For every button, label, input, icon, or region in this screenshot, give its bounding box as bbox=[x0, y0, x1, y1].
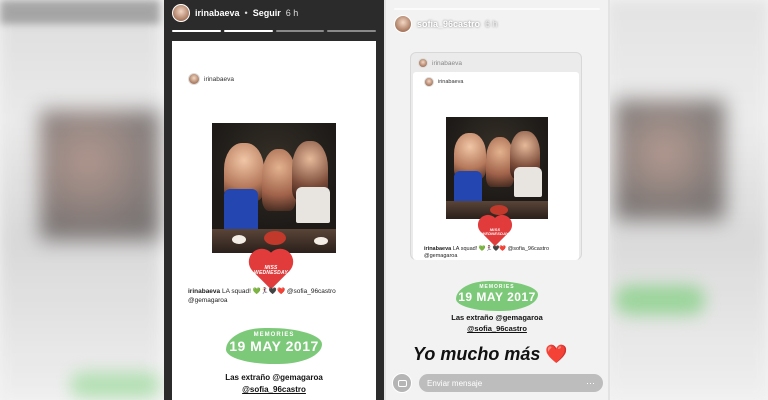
shared-story-header: irinabaeva bbox=[418, 58, 462, 68]
post-header: irinabaeva bbox=[188, 73, 234, 85]
progress-segment bbox=[223, 30, 273, 32]
photo-red-bowl bbox=[264, 231, 286, 245]
post-caption: irinabaeva LA squad! 💚🏃‍♀️🖤❤️ @sofia_96c… bbox=[188, 288, 368, 306]
photo-person-2 bbox=[262, 149, 296, 211]
extrano-line-1: Las extraño @gemagaroa bbox=[451, 313, 543, 322]
memories-date: 19 MAY 2017 bbox=[458, 290, 536, 304]
shared-avatar[interactable] bbox=[418, 58, 428, 68]
shared-inner-header: irinabaeva bbox=[424, 77, 463, 87]
story-username[interactable]: sofia_96castro bbox=[417, 19, 480, 29]
memories-label: MEMORIES bbox=[479, 284, 515, 290]
story-progress-bar bbox=[172, 30, 376, 32]
caption-text: LA squad! 💚🏃‍♀️🖤❤️ @sofia_96castro bbox=[452, 246, 550, 252]
avatar[interactable] bbox=[394, 15, 412, 33]
photo-blue-dress bbox=[224, 189, 258, 231]
shared-caption: irinabaeva LA squad! 💚🏃‍♀️🖤❤️ @sofia_96c… bbox=[424, 246, 574, 261]
photo-cup bbox=[314, 237, 328, 245]
extrano-line-2[interactable]: @sofia_96castro bbox=[444, 323, 550, 334]
blurred-top-strip bbox=[0, 0, 160, 24]
story-text-extrano: Las extraño @gemagaroa @sofia_96castro bbox=[212, 372, 336, 396]
memories-date: 19 MAY 2017 bbox=[229, 338, 319, 354]
blurred-memories-right bbox=[615, 285, 705, 315]
overlay-text-yo-mucho-mas: Yo mucho más ❤️ bbox=[413, 344, 568, 365]
story-progress-bar bbox=[394, 8, 600, 10]
memories-label: MEMORIES bbox=[253, 332, 295, 338]
post-author[interactable]: irinabaeva bbox=[204, 76, 234, 83]
post-avatar[interactable] bbox=[188, 73, 200, 85]
caption-text: LA squad! 💚🏃‍♀️🖤❤️ @sofia_96castro bbox=[221, 288, 336, 295]
story-text-extrano: Las extraño @gemagaroa @sofia_96castro bbox=[444, 312, 550, 335]
progress-segment bbox=[275, 30, 325, 32]
caption-mention[interactable]: @gemagaroa bbox=[188, 297, 227, 304]
sticker-text: MISS WEDNESDAY bbox=[481, 227, 509, 236]
photo-blue-dress bbox=[454, 171, 482, 203]
miss-wednesday-sticker: MISS WEDNESDAY bbox=[252, 252, 290, 290]
shared-author[interactable]: irinabaeva bbox=[432, 60, 462, 67]
progress-segment bbox=[172, 30, 221, 32]
instagram-stories-composite: irinabaeva • Seguir 6 h irinabaeva MISS … bbox=[0, 0, 768, 400]
left-story-header: irinabaeva • Seguir 6 h bbox=[172, 3, 376, 23]
progress-segment bbox=[327, 30, 376, 32]
avatar[interactable] bbox=[172, 4, 190, 22]
caption-mention[interactable]: @gemagaroa bbox=[424, 253, 457, 259]
story-username[interactable]: irinabaeva bbox=[195, 8, 240, 18]
blurred-photo-right bbox=[615, 100, 725, 220]
send-message-input[interactable]: Enviar mensaje ⋯ bbox=[418, 373, 604, 393]
overlay-text: Yo mucho más bbox=[413, 344, 541, 364]
memories-sticker: MEMORIES 19 MAY 2017 bbox=[456, 281, 538, 311]
inner-avatar[interactable] bbox=[424, 77, 434, 87]
memories-sticker: MEMORIES 19 MAY 2017 bbox=[226, 328, 322, 364]
follow-button[interactable]: Seguir bbox=[253, 8, 281, 18]
more-options-icon[interactable]: ⋯ bbox=[586, 378, 595, 389]
extrano-line-2[interactable]: @sofia_96castro bbox=[212, 384, 336, 396]
photo-light-top bbox=[514, 167, 542, 197]
caption-username[interactable]: irinabaeva bbox=[424, 246, 451, 252]
post-photo bbox=[212, 123, 336, 253]
camera-icon[interactable] bbox=[392, 373, 412, 393]
sticker-text: MISS WEDNESDAY bbox=[254, 265, 288, 276]
photo-light-top bbox=[296, 187, 330, 223]
heart-emoji-icon: ❤️ bbox=[545, 344, 568, 364]
miss-wednesday-sticker: MISS WEDNESDAY bbox=[480, 217, 510, 247]
blurred-photo-left bbox=[40, 110, 160, 240]
shared-post-photo bbox=[446, 117, 548, 219]
progress-segment bbox=[394, 8, 600, 10]
photo-cup bbox=[232, 235, 246, 244]
inner-author[interactable]: irinabaeva bbox=[438, 79, 463, 85]
story-time: 6 h bbox=[285, 8, 299, 18]
story-time: 6 h bbox=[485, 19, 498, 29]
message-placeholder: Enviar mensaje bbox=[427, 378, 483, 388]
panel-divider bbox=[608, 0, 610, 400]
caption-username[interactable]: irinabaeva bbox=[188, 288, 220, 295]
blurred-memories-left bbox=[70, 372, 160, 398]
right-story-header: sofia_96castro 6 h bbox=[394, 14, 600, 34]
photo-red-bowl bbox=[490, 205, 508, 215]
message-bar: Enviar mensaje ⋯ bbox=[392, 370, 604, 396]
extrano-line-1: Las extraño @gemagaroa bbox=[225, 373, 323, 382]
separator-dot: • bbox=[244, 8, 248, 18]
